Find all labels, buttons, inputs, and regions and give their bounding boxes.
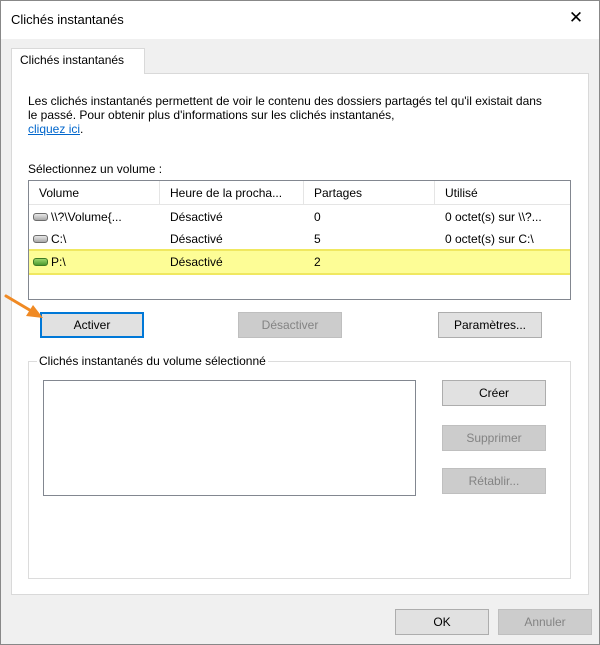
tab-shadow-copies[interactable]: Clichés instantanés (11, 48, 145, 74)
ok-button[interactable]: OK (395, 609, 489, 635)
shadow-copies-dialog: Clichés instantanés ✕ Clichés instantané… (0, 0, 600, 645)
deactivate-button[interactable]: Désactiver (238, 312, 342, 338)
volume-row-selected[interactable]: P:\ Désactivé 2 (29, 249, 570, 275)
volume-list[interactable]: Volume Heure de la procha... Partages Ut… (28, 180, 571, 300)
volume-next-run: Désactivé (170, 232, 223, 246)
title-bar: Clichés instantanés ✕ (1, 1, 599, 39)
volume-row[interactable]: \\?\Volume{... Désactivé 0 0 octet(s) su… (29, 206, 570, 228)
drive-green-icon (33, 257, 48, 266)
volume-name: P:\ (51, 255, 66, 269)
delete-button[interactable]: Supprimer (442, 425, 546, 451)
volume-name: C:\ (51, 232, 67, 246)
volume-used: 0 octet(s) sur C:\ (445, 232, 534, 246)
volume-next-run: Désactivé (170, 255, 223, 269)
tab-panel: Les clichés instantanés permettent de vo… (11, 73, 589, 595)
snapshot-list[interactable] (43, 380, 416, 496)
volume-used (445, 251, 570, 273)
cancel-button[interactable]: Annuler (498, 609, 592, 635)
column-volume[interactable]: Volume (29, 181, 160, 205)
help-link[interactable]: cliquez ici (28, 122, 80, 136)
description-text: Les clichés instantanés permettent de vo… (28, 94, 542, 122)
column-shares[interactable]: Partages (304, 181, 435, 205)
description-suffix: . (80, 122, 84, 136)
volume-next-run: Désactivé (170, 210, 223, 224)
volume-shares: 2 (314, 255, 321, 269)
volume-used: 0 octet(s) sur \\?... (445, 210, 542, 224)
volume-snapshots-group: Clichés instantanés du volume sélectionn… (28, 354, 571, 579)
volume-row[interactable]: C:\ Désactivé 5 0 octet(s) sur C:\ (29, 228, 570, 250)
create-button[interactable]: Créer (442, 380, 546, 406)
volume-snapshots-label: Clichés instantanés du volume sélectionn… (37, 354, 268, 368)
drive-icon (33, 212, 48, 221)
close-icon[interactable]: ✕ (565, 7, 587, 29)
description: Les clichés instantanés permettent de vo… (28, 94, 548, 136)
select-volume-label: Sélectionnez un volume : (28, 162, 163, 176)
settings-button[interactable]: Paramètres... (438, 312, 542, 338)
window-title: Clichés instantanés (11, 12, 124, 27)
drive-icon (33, 234, 48, 243)
column-used[interactable]: Utilisé (435, 181, 570, 205)
column-next-run[interactable]: Heure de la procha... (160, 181, 304, 205)
volume-shares: 0 (314, 210, 321, 224)
volume-name: \\?\Volume{... (51, 210, 122, 224)
restore-button[interactable]: Rétablir... (442, 468, 546, 494)
volume-shares: 5 (314, 232, 321, 246)
activate-button[interactable]: Activer (40, 312, 144, 338)
volume-list-header: Volume Heure de la procha... Partages Ut… (29, 181, 570, 205)
